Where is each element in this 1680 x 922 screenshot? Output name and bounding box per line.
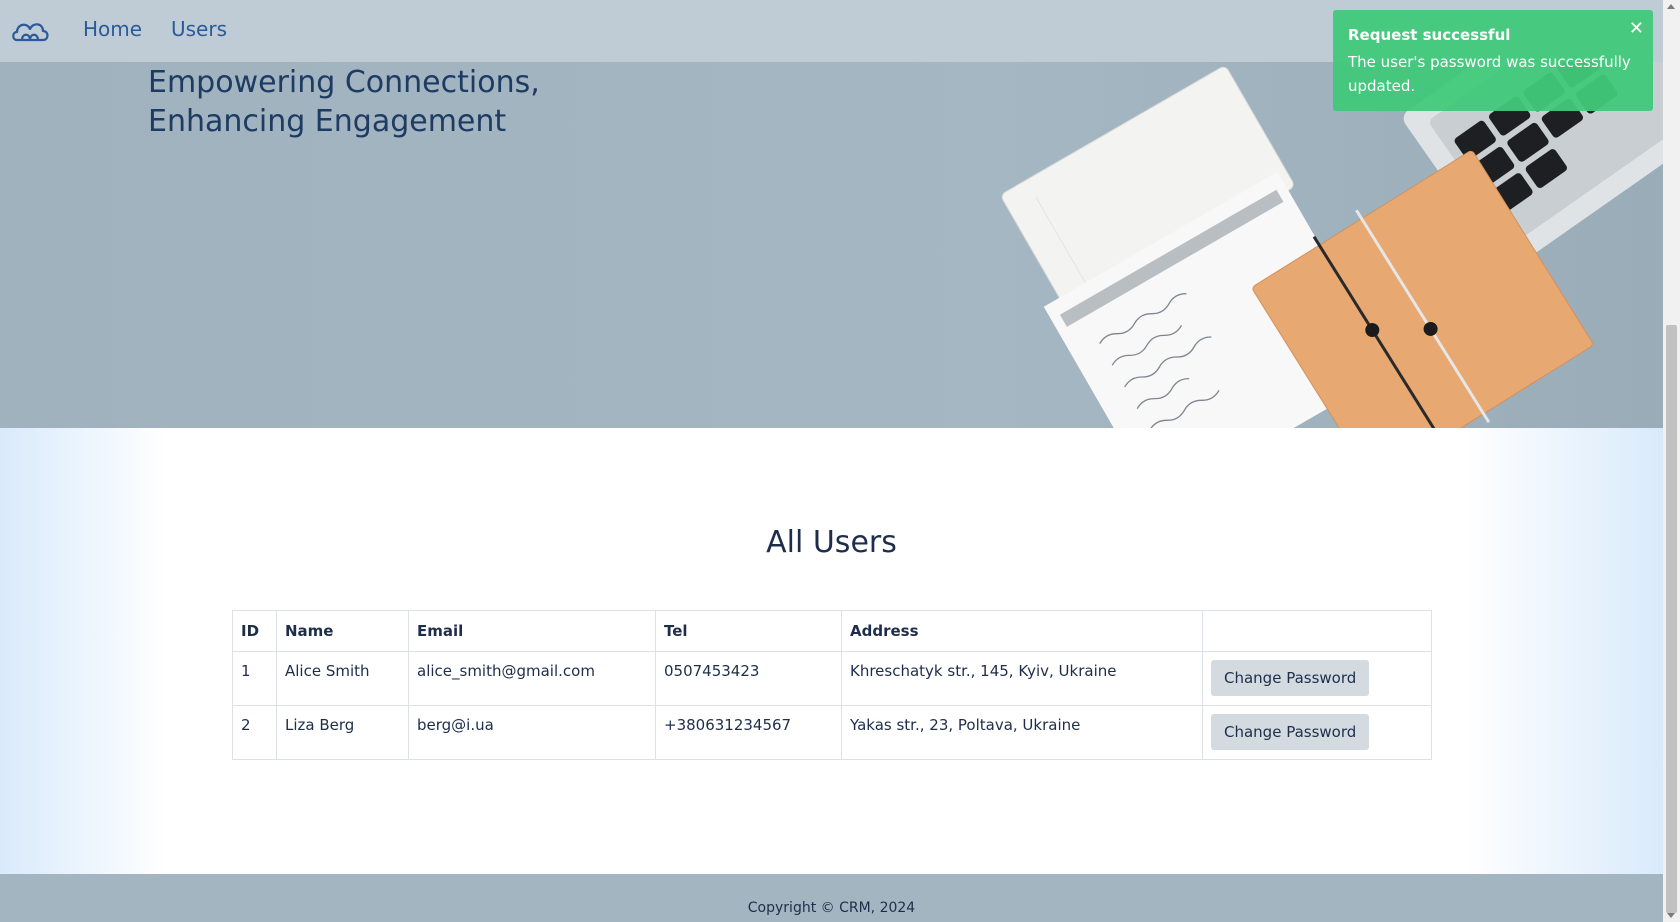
hero-banner: Empowering Connections, Enhancing Engage… [0, 62, 1663, 428]
cell-id: 2 [232, 705, 277, 760]
cell-address: Khreschatyk str., 145, Kyiv, Ukraine [841, 651, 1203, 706]
cell-name: Alice Smith [276, 651, 409, 706]
change-password-button[interactable]: Change Password [1211, 714, 1370, 750]
column-header-tel: Tel [655, 610, 842, 652]
success-toast: ✕ Request successful The user's password… [1333, 10, 1653, 111]
desk-stationery-image [1001, 62, 1663, 428]
hero-title-line-1: Empowering Connections, [148, 65, 540, 100]
hero-title: Empowering Connections, Enhancing Engage… [148, 63, 540, 141]
cell-actions: Change Password [1202, 705, 1432, 760]
cell-email: berg@i.ua [408, 705, 656, 760]
users-table: ID Name Email Tel Address 1 Alice Smith … [232, 610, 1432, 760]
hero-title-line-2: Enhancing Engagement [148, 104, 507, 139]
scrollbar-thumb[interactable] [1666, 325, 1677, 913]
cell-email: alice_smith@gmail.com [408, 651, 656, 706]
scroll-down-arrow-icon[interactable] [1667, 913, 1675, 918]
cell-tel: 0507453423 [655, 651, 842, 706]
logo-icon[interactable] [11, 18, 51, 46]
cell-tel: +380631234567 [655, 705, 842, 760]
toast-message: The user's password was successfully upd… [1348, 53, 1631, 95]
copyright-text: Copyright © CRM, 2024 [747, 900, 916, 916]
toast-title: Request successful [1348, 26, 1511, 44]
table-header-row: ID Name Email Tel Address [232, 610, 1432, 652]
users-section: All Users ID Name Email Tel Address 1 Al… [0, 428, 1663, 874]
nav-link-users[interactable]: Users [171, 17, 227, 41]
table-row: 2 Liza Berg berg@i.ua +380631234567 Yaka… [232, 705, 1432, 760]
cell-actions: Change Password [1202, 651, 1432, 706]
cell-id: 1 [232, 651, 277, 706]
footer: Copyright © CRM, 2024 [0, 874, 1663, 922]
column-header-name: Name [276, 610, 409, 652]
column-header-id: ID [232, 610, 277, 652]
column-header-address: Address [841, 610, 1203, 652]
column-header-email: Email [408, 610, 656, 652]
table-row: 1 Alice Smith alice_smith@gmail.com 0507… [232, 651, 1432, 706]
change-password-button[interactable]: Change Password [1211, 660, 1370, 696]
nav-link-home[interactable]: Home [83, 17, 142, 41]
section-title: All Users [766, 525, 897, 560]
page: Home Users Empowering Connections, Enhan… [0, 0, 1663, 922]
close-icon[interactable]: ✕ [1629, 18, 1644, 39]
cell-name: Liza Berg [276, 705, 409, 760]
column-header-actions [1202, 610, 1432, 652]
cell-address: Yakas str., 23, Poltava, Ukraine [841, 705, 1203, 760]
scroll-up-arrow-icon[interactable] [1667, 4, 1675, 9]
vertical-scrollbar[interactable] [1663, 0, 1680, 922]
